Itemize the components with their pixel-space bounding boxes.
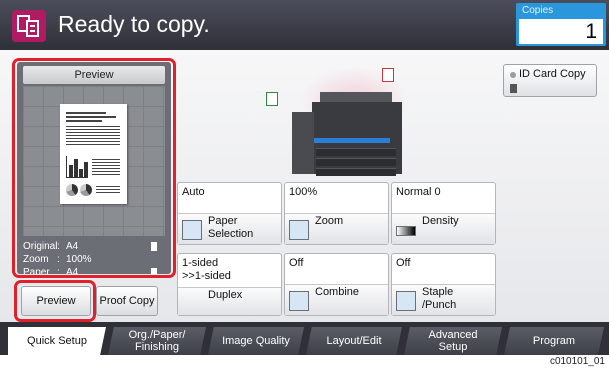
printer-illustration	[266, 66, 415, 178]
duplex-value: 1-sided >>1-sided	[182, 257, 231, 282]
preview-highlight-frame	[12, 58, 176, 278]
zoom-label: Zoom	[315, 215, 344, 227]
paper-selection-tile[interactable]: Auto Paper Selection	[177, 182, 282, 245]
zoom-icon	[289, 220, 309, 240]
tab-org-paper-finishing[interactable]: Org./Paper/ Finishing	[108, 327, 206, 355]
page-title: Ready to copy.	[58, 11, 210, 37]
original-document-icon	[382, 68, 394, 82]
tab-program[interactable]: Program	[504, 327, 604, 355]
status-indicator-icon	[510, 72, 516, 78]
tab-advanced-setup[interactable]: Advanced Setup	[404, 327, 502, 355]
duplex-label: Duplex	[208, 289, 243, 301]
density-value: Normal 0	[396, 186, 441, 198]
staple-punch-value: Off	[396, 257, 411, 269]
combine-value: Off	[289, 257, 304, 269]
duplex-tile[interactable]: 1-sided >>1-sided Duplex	[177, 253, 282, 316]
id-card-icon	[510, 84, 517, 93]
combine-label: Combine	[315, 286, 360, 298]
tab-layout-edit[interactable]: Layout/Edit	[306, 327, 402, 355]
figure-code: c010101_01	[549, 356, 605, 367]
staple-punch-label: Staple /Punch	[422, 286, 457, 311]
staple-icon	[396, 291, 416, 311]
paper-selection-label: Paper Selection	[208, 215, 254, 240]
id-card-copy-label: ID Card Copy	[519, 68, 586, 80]
paper-tray-icon	[182, 220, 202, 240]
preview-button-highlight	[14, 280, 96, 322]
density-button[interactable]: Density	[392, 213, 495, 244]
tab-bar: Quick Setup Org./Paper/ Finishing Image …	[0, 322, 609, 355]
copies-value[interactable]: 1	[519, 19, 603, 44]
paper-selection-value: Auto	[182, 186, 205, 198]
staple-punch-tile[interactable]: Off Staple /Punch	[391, 253, 496, 316]
density-gradient-icon	[396, 226, 416, 236]
copies-counter[interactable]: Copies 1	[516, 3, 606, 46]
combine-tile[interactable]: Off Combine	[284, 253, 389, 316]
duplex-button[interactable]: Duplex	[178, 287, 281, 315]
zoom-button[interactable]: Zoom	[285, 213, 388, 244]
zoom-tile-value: 100%	[289, 186, 318, 198]
copies-label: Copies	[522, 5, 554, 16]
density-tile[interactable]: Normal 0 Density	[391, 182, 496, 245]
status-header: Ready to copy. Copies 1	[0, 0, 609, 50]
tab-quick-setup[interactable]: Quick Setup	[8, 327, 106, 355]
zoom-tile[interactable]: 100% Zoom	[284, 182, 389, 245]
tab-image-quality[interactable]: Image Quality	[208, 327, 304, 355]
id-card-copy-button[interactable]: ID Card Copy	[503, 64, 597, 97]
proof-copy-button[interactable]: Proof Copy	[96, 286, 158, 316]
combine-icon	[289, 291, 309, 311]
combine-button[interactable]: Combine	[285, 284, 388, 315]
density-label: Density	[422, 215, 459, 227]
staple-punch-button[interactable]: Staple /Punch	[392, 284, 495, 315]
output-document-icon	[266, 92, 278, 106]
paper-selection-button[interactable]: Paper Selection	[178, 213, 281, 244]
copy-app-icon	[12, 10, 46, 42]
